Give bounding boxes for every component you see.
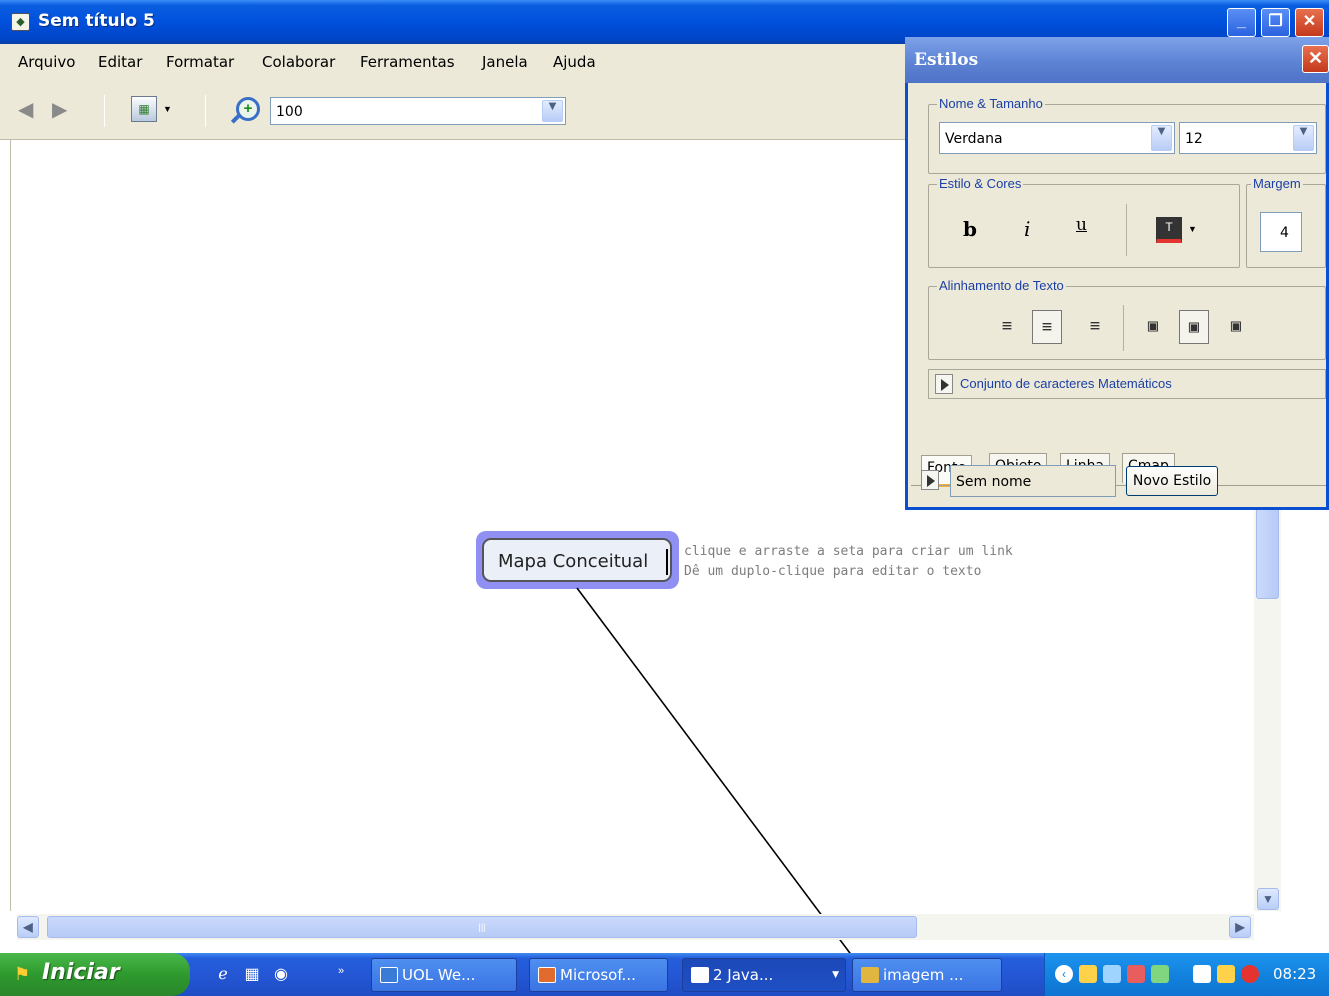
vertical-scroll-thumb[interactable]	[1256, 506, 1279, 599]
horizontal-scrollbar[interactable]: |||	[17, 914, 1254, 940]
tray-security-icon[interactable]	[1241, 965, 1259, 983]
ie-task-icon	[380, 967, 398, 983]
font-name-select[interactable]: Verdana ▼	[939, 122, 1175, 154]
scroll-down-icon[interactable]: ▼	[1257, 888, 1279, 910]
task-microsoft[interactable]: Microsof...	[529, 958, 668, 992]
styles-panel-titlebar[interactable]: Estilos ✕	[905, 37, 1329, 83]
valign-middle-icon[interactable]: ▣	[1179, 310, 1209, 344]
align-center-icon[interactable]: ≡	[1032, 310, 1062, 344]
windows-flag-icon: ⚑	[14, 964, 31, 984]
font-size-select[interactable]: 12 ▼	[1179, 122, 1317, 154]
scroll-left-icon[interactable]: ◀	[17, 916, 39, 938]
chevron-down-icon[interactable]: ▼	[1151, 125, 1172, 151]
margin-value: 4	[1280, 225, 1289, 241]
scroll-right-icon[interactable]: ▶	[1229, 916, 1251, 938]
expand-play-icon[interactable]	[935, 374, 953, 394]
task-microsoft-label: Microsof...	[560, 966, 636, 984]
text-align-group: Alinhamento de Texto	[928, 278, 1326, 360]
text-align-label: Alinhamento de Texto	[937, 278, 1066, 293]
underline-button[interactable]: u	[1076, 215, 1087, 235]
style-colors-label: Estilo & Cores	[937, 176, 1024, 191]
calendar-quicklaunch-icon[interactable]: ▦	[241, 964, 263, 986]
media-quicklaunch-icon[interactable]: ◉	[270, 964, 292, 986]
margin-label: Margem	[1251, 176, 1303, 191]
system-tray: ‹ 08:23	[1044, 953, 1329, 996]
align-right-icon[interactable]: ≡	[1080, 310, 1110, 344]
task-imagem[interactable]: imagem ...	[852, 958, 1002, 992]
math-charset-label[interactable]: Conjunto de caracteres Matemáticos	[960, 376, 1172, 391]
style-expand-icon[interactable]	[921, 470, 939, 490]
java-window-icon	[691, 967, 709, 983]
bold-button[interactable]: b	[963, 217, 977, 241]
close-panel-icon[interactable]: ✕	[1302, 45, 1329, 73]
vertical-scrollbar[interactable]	[1254, 504, 1281, 911]
taskbar: ⚑ Iniciar ℯ ▦ ◉ » UOL We... Microsof... …	[0, 953, 1329, 996]
valign-top-icon[interactable]: ▣	[1138, 310, 1168, 344]
italic-button[interactable]: i	[1024, 217, 1030, 241]
font-size-value: 12	[1185, 131, 1203, 147]
task-uol[interactable]: UOL We...	[371, 958, 517, 992]
horizontal-scroll-thumb[interactable]: |||	[47, 916, 917, 938]
valign-bottom-icon[interactable]: ▣	[1221, 310, 1251, 344]
new-style-button[interactable]: Novo Estilo	[1126, 466, 1218, 496]
tray-icon-4[interactable]	[1151, 965, 1169, 983]
format-separator	[1126, 204, 1127, 256]
chevron-down-icon[interactable]: ▼	[1293, 125, 1314, 151]
paint-task-icon	[861, 967, 879, 983]
font-name-value: Verdana	[945, 131, 1003, 147]
task-java-group[interactable]: 2 Java... ▼	[682, 958, 846, 992]
clock: 08:23	[1273, 965, 1317, 983]
text-color-caret-icon[interactable]: ▼	[1188, 224, 1197, 234]
start-button[interactable]: ⚑ Iniciar	[0, 953, 190, 996]
quicklaunch-more-icon[interactable]: »	[330, 960, 352, 982]
math-charset-row[interactable]: Conjunto de caracteres Matemáticos	[928, 369, 1326, 399]
task-group-caret-icon[interactable]: ▼	[832, 959, 839, 991]
align-left-icon[interactable]: ≡	[992, 310, 1022, 344]
powerpoint-task-icon	[538, 967, 556, 983]
tray-icon-6[interactable]	[1217, 965, 1235, 983]
tray-icon-3[interactable]	[1127, 965, 1145, 983]
ie-quicklaunch-icon[interactable]: ℯ	[212, 964, 234, 986]
text-color-icon[interactable]: T	[1156, 217, 1182, 243]
align-separator	[1123, 305, 1124, 351]
style-name-value: Sem nome	[956, 474, 1032, 490]
margin-input[interactable]: 4	[1260, 212, 1302, 252]
styles-panel-title: Estilos	[914, 50, 979, 70]
style-name-field[interactable]: Sem nome	[950, 465, 1116, 497]
start-label: Iniciar	[42, 960, 120, 985]
task-imagem-label: imagem ...	[883, 966, 964, 984]
font-group-label: Nome & Tamanho	[937, 96, 1045, 111]
task-java-label: 2 Java...	[713, 966, 774, 984]
tray-icon-2[interactable]	[1103, 965, 1121, 983]
tray-collapse-icon[interactable]: ‹	[1055, 965, 1073, 983]
styles-panel: Estilos ✕ Nome & Tamanho Verdana ▼ 12 ▼ …	[905, 37, 1329, 510]
tray-network-icon[interactable]	[1193, 965, 1211, 983]
task-uol-label: UOL We...	[402, 966, 476, 984]
tray-icon-1[interactable]	[1079, 965, 1097, 983]
